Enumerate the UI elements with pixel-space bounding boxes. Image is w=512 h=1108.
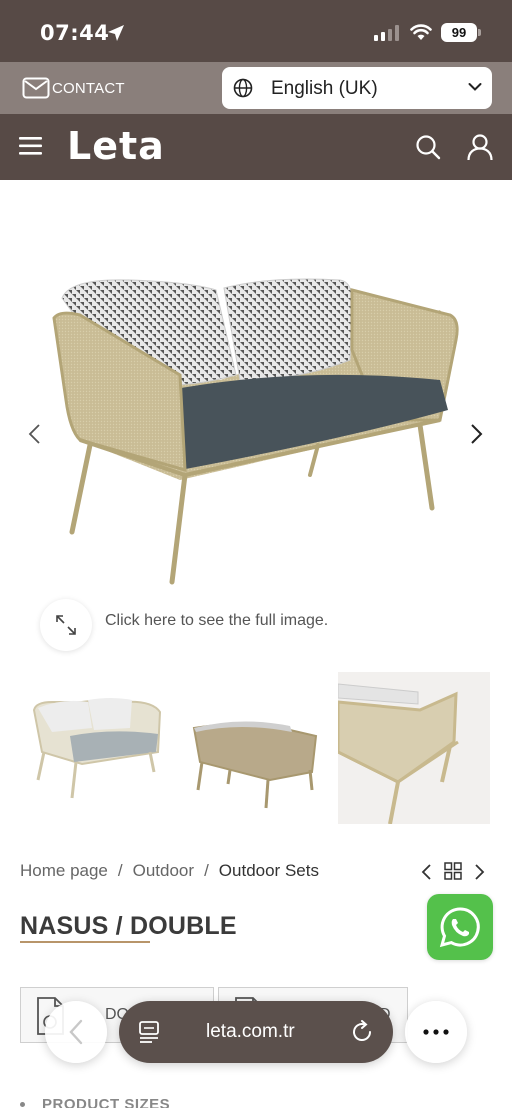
previous-product-icon[interactable] xyxy=(420,863,432,881)
mail-icon xyxy=(22,77,50,99)
thumbnail-image xyxy=(192,721,318,809)
address-bar[interactable]: leta.com.tr xyxy=(119,1001,393,1063)
product-title: NASUS / DOUBLE xyxy=(20,912,237,940)
browser-back-button[interactable] xyxy=(45,1001,107,1063)
breadcrumb-separator: / xyxy=(117,861,123,880)
thumbnail-back-view[interactable] xyxy=(180,672,332,824)
product-sizes-heading[interactable]: PRODUCT SIZES xyxy=(42,1096,170,1108)
status-time: 07:44 xyxy=(40,21,110,45)
battery-cap xyxy=(478,29,481,36)
main-header: Leta xyxy=(0,114,512,180)
cellular-signal-icon xyxy=(374,25,399,41)
language-label: English (UK) xyxy=(271,78,378,99)
thumbnail-front-view[interactable] xyxy=(22,672,174,824)
language-select[interactable]: English (UK) xyxy=(222,67,492,109)
contact-link[interactable]: CONTACT xyxy=(22,72,125,104)
bullet-dot xyxy=(20,1102,25,1107)
hamburger-menu-icon[interactable] xyxy=(19,136,43,156)
more-dots-icon xyxy=(423,1029,449,1035)
breadcrumb-separator: / xyxy=(204,861,209,880)
next-product-icon[interactable] xyxy=(474,863,486,881)
browser-more-button[interactable] xyxy=(405,1001,467,1063)
contact-label: CONTACT xyxy=(52,79,125,97)
url-text[interactable]: leta.com.tr xyxy=(206,1021,295,1043)
grid-view-icon[interactable] xyxy=(444,862,462,880)
breadcrumb-current: Outdoor Sets xyxy=(218,861,319,880)
chevron-down-icon xyxy=(468,83,482,91)
gallery-next-arrow-icon[interactable] xyxy=(468,423,484,445)
chevron-left-icon xyxy=(69,1019,83,1045)
product-navigation xyxy=(420,861,488,883)
wifi-icon xyxy=(410,24,432,40)
site-logo[interactable]: Leta xyxy=(67,124,165,168)
gallery-prev-arrow-icon[interactable] xyxy=(27,423,43,445)
fullscreen-button[interactable] xyxy=(40,599,92,651)
page-menu-icon[interactable] xyxy=(138,1021,162,1043)
battery-indicator: 99 xyxy=(441,23,477,42)
search-icon[interactable] xyxy=(415,134,441,160)
breadcrumb-outdoor[interactable]: Outdoor xyxy=(133,861,194,881)
thumbnail-image xyxy=(32,698,162,799)
expand-icon xyxy=(56,615,76,635)
user-account-icon[interactable] xyxy=(466,133,494,161)
title-underline xyxy=(20,941,150,943)
reload-icon[interactable] xyxy=(350,1020,374,1044)
thumbnail-image xyxy=(338,683,459,824)
location-arrow-icon xyxy=(108,25,124,41)
globe-icon xyxy=(233,78,253,98)
product-gallery: Click here to see the full image. xyxy=(0,180,512,660)
breadcrumb-home[interactable]: Home page xyxy=(20,861,108,881)
top-bar: CONTACT English (UK) xyxy=(0,62,512,114)
whatsapp-icon xyxy=(439,907,480,948)
whatsapp-button[interactable] xyxy=(427,894,493,960)
thumbnail-detail-view[interactable] xyxy=(338,672,490,824)
product-image-sofa[interactable] xyxy=(40,270,470,590)
status-bar: 07:44 99 xyxy=(0,0,512,62)
full-image-caption[interactable]: Click here to see the full image. xyxy=(105,612,328,630)
breadcrumb: Home page / Outdoor / Outdoor Sets xyxy=(20,861,319,881)
